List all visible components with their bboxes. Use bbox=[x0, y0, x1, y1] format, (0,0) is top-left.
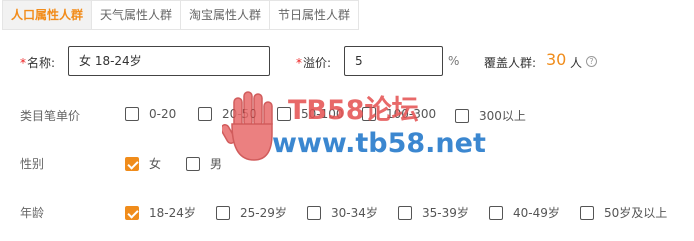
name-label-text: 名称: bbox=[27, 56, 56, 70]
price-option-0-20[interactable]: 0-20 bbox=[125, 107, 176, 121]
checkbox[interactable] bbox=[580, 205, 594, 220]
option-label: 25-29岁 bbox=[240, 206, 287, 220]
price-label: 类目笔单价 bbox=[20, 109, 81, 123]
option-label: 男 bbox=[210, 157, 223, 171]
premium-input[interactable]: 5 bbox=[344, 46, 443, 76]
option-label: 0-20 bbox=[149, 107, 177, 121]
option-label: 30-34岁 bbox=[331, 206, 378, 220]
tab-demographic[interactable]: 人口属性人群 bbox=[2, 0, 93, 30]
age-option-25-29[interactable]: 25-29岁 bbox=[216, 204, 287, 221]
checkbox[interactable] bbox=[307, 205, 321, 220]
checkbox[interactable] bbox=[186, 156, 200, 171]
option-label: 35-39岁 bbox=[422, 206, 469, 220]
watermark-title: TB58论坛 bbox=[288, 95, 419, 126]
help-glyph: ? bbox=[586, 56, 597, 67]
age-label: 年龄 bbox=[20, 206, 45, 220]
coverage-label: 覆盖人群: bbox=[484, 56, 537, 70]
option-label: 40-49岁 bbox=[513, 206, 560, 220]
tab-weather[interactable]: 天气属性人群 bbox=[92, 0, 182, 30]
tab-holiday[interactable]: 节日属性人群 bbox=[270, 0, 360, 30]
tab-bar: 人口属性人群 天气属性人群 淘宝属性人群 节日属性人群 bbox=[2, 0, 360, 30]
age-option-18-24[interactable]: 18-24岁 bbox=[125, 204, 196, 221]
checkbox[interactable] bbox=[398, 205, 412, 220]
option-label: 300以上 bbox=[479, 109, 526, 123]
premium-label-text: 溢价: bbox=[303, 56, 332, 70]
watermark-url: www.tb58.net bbox=[272, 128, 486, 159]
age-option-50-plus[interactable]: 50岁及以上 bbox=[580, 204, 667, 221]
age-option-40-49[interactable]: 40-49岁 bbox=[489, 204, 560, 221]
checkbox[interactable] bbox=[489, 205, 503, 220]
option-label: 50岁及以上 bbox=[604, 206, 668, 220]
age-option-35-39[interactable]: 35-39岁 bbox=[398, 204, 469, 221]
name-input[interactable]: 女 18-24岁 bbox=[68, 46, 270, 76]
checkbox-checked[interactable] bbox=[125, 205, 139, 220]
required-mark: * bbox=[20, 56, 26, 70]
tab-taobao[interactable]: 淘宝属性人群 bbox=[181, 0, 271, 30]
checkbox[interactable] bbox=[216, 205, 230, 220]
gender-label: 性别 bbox=[20, 157, 45, 171]
gender-option-female[interactable]: 女 bbox=[125, 155, 161, 172]
checkbox[interactable] bbox=[198, 107, 212, 121]
watermark: TB58论坛 www.tb58.net bbox=[222, 88, 486, 168]
option-label: 女 bbox=[149, 157, 162, 171]
gender-option-male[interactable]: 男 bbox=[186, 155, 222, 172]
coverage-count: 30 bbox=[546, 50, 567, 69]
required-mark: * bbox=[296, 56, 302, 70]
age-option-30-34[interactable]: 30-34岁 bbox=[307, 204, 378, 221]
premium-unit: % bbox=[448, 54, 460, 68]
checkbox[interactable] bbox=[125, 107, 139, 121]
name-label: *名称: bbox=[20, 54, 55, 71]
coverage-unit: 人 bbox=[570, 56, 583, 70]
option-label: 18-24岁 bbox=[149, 206, 196, 220]
help-icon[interactable]: ? bbox=[586, 54, 597, 68]
checkbox-checked[interactable] bbox=[125, 156, 139, 171]
premium-label: *溢价: bbox=[296, 54, 331, 71]
